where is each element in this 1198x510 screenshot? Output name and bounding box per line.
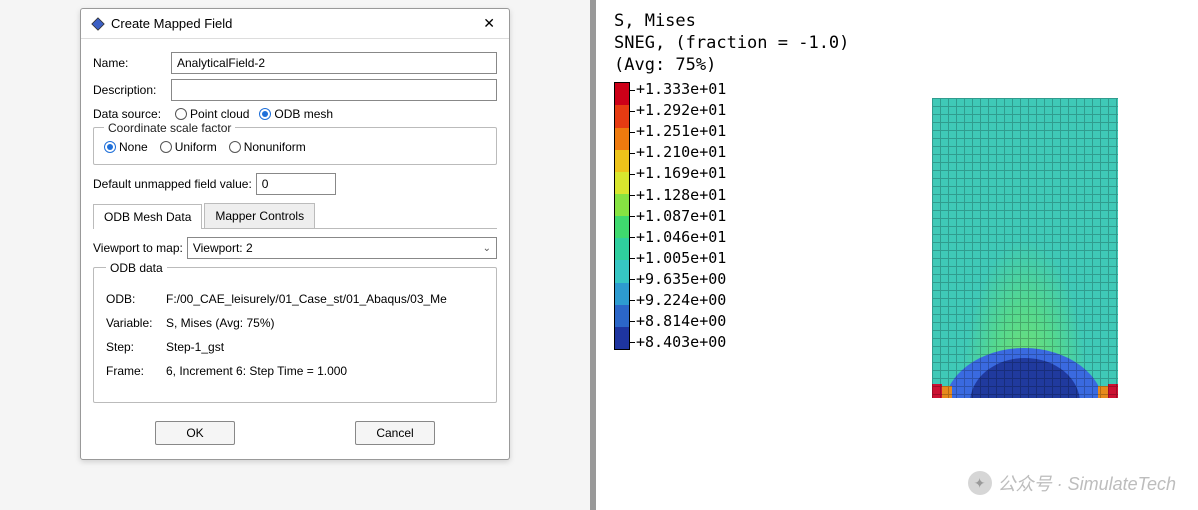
- result-header: S, Mises SNEG, (fraction = -1.0) (Avg: 7…: [614, 10, 1180, 76]
- legend-tick: +9.635e+00: [636, 272, 726, 287]
- scale-legend: Coordinate scale factor: [104, 121, 235, 135]
- legend-tick: +9.224e+00: [636, 293, 726, 308]
- legend-tick: +1.005e+01: [636, 251, 726, 266]
- contour-plot[interactable]: [932, 98, 1118, 398]
- legend-tick: +1.046e+01: [636, 230, 726, 245]
- default-input[interactable]: [256, 173, 336, 195]
- radio-point-cloud[interactable]: Point cloud: [175, 107, 249, 121]
- colorbar: [614, 82, 630, 350]
- odb-path-value: F:/00_CAE_leisurely/01_Case_st/01_Abaqus…: [166, 292, 484, 306]
- step-label: Step:: [106, 340, 166, 354]
- watermark-text: 公众号 · SimulateTech: [998, 470, 1176, 496]
- viewport-value: Viewport: 2: [193, 241, 253, 255]
- tab-mapper-controls[interactable]: Mapper Controls: [204, 203, 315, 228]
- viewport-label: Viewport to map:: [93, 241, 183, 255]
- radio-scale-none[interactable]: None: [104, 140, 148, 154]
- tab-odb-mesh-data[interactable]: ODB Mesh Data: [93, 204, 202, 229]
- name-label: Name:: [93, 56, 171, 70]
- viewport-pane: S, Mises SNEG, (fraction = -1.0) (Avg: 7…: [596, 0, 1198, 510]
- radio-point-cloud-label: Point cloud: [190, 107, 249, 121]
- ok-button[interactable]: OK: [155, 421, 235, 445]
- description-input[interactable]: [171, 79, 497, 101]
- header-line-2: (Avg: 75%): [614, 54, 1180, 76]
- header-line-0: S, Mises: [614, 10, 1180, 32]
- chevron-down-icon: ⌄: [483, 243, 491, 254]
- abaqus-icon: [91, 17, 105, 31]
- name-input[interactable]: [171, 52, 497, 74]
- legend-tick: +1.169e+01: [636, 166, 726, 181]
- legend-tick: +8.403e+00: [636, 335, 726, 350]
- step-value: Step-1_gst: [166, 340, 484, 354]
- variable-value: S, Mises (Avg: 75%): [166, 316, 484, 330]
- description-label: Description:: [93, 83, 171, 97]
- header-line-1: SNEG, (fraction = -1.0): [614, 32, 1180, 54]
- create-mapped-field-dialog: Create Mapped Field ✕ Name: Description:…: [80, 8, 510, 460]
- radio-odb-mesh-label: ODB mesh: [274, 107, 333, 121]
- radio-none-label: None: [119, 140, 148, 154]
- odb-path-label: ODB:: [106, 292, 166, 306]
- variable-label: Variable:: [106, 316, 166, 330]
- data-source-label: Data source:: [93, 107, 161, 121]
- legend-tick: +1.251e+01: [636, 124, 726, 139]
- radio-odb-mesh[interactable]: ODB mesh: [259, 107, 333, 121]
- frame-value: 6, Increment 6: Step Time = 1.000: [166, 364, 484, 378]
- radio-uniform-label: Uniform: [175, 140, 217, 154]
- close-icon[interactable]: ✕: [479, 15, 499, 32]
- legend-tick: +8.814e+00: [636, 314, 726, 329]
- radio-nonuniform-label: Nonuniform: [244, 140, 306, 154]
- legend-tick: +1.210e+01: [636, 145, 726, 160]
- left-pane: Create Mapped Field ✕ Name: Description:…: [0, 0, 590, 510]
- radio-scale-nonuniform[interactable]: Nonuniform: [229, 140, 306, 154]
- frame-label: Frame:: [106, 364, 166, 378]
- wechat-icon: ✦: [968, 471, 992, 495]
- dialog-title: Create Mapped Field: [111, 16, 232, 31]
- radio-scale-uniform[interactable]: Uniform: [160, 140, 217, 154]
- legend-tick: +1.333e+01: [636, 82, 726, 97]
- viewport-select[interactable]: Viewport: 2 ⌄: [187, 237, 497, 259]
- title-bar: Create Mapped Field ✕: [81, 9, 509, 39]
- default-label: Default unmapped field value:: [93, 177, 252, 191]
- legend-tick: +1.292e+01: [636, 103, 726, 118]
- legend-tick: +1.128e+01: [636, 188, 726, 203]
- odb-data-legend: ODB data: [106, 261, 167, 275]
- cancel-button[interactable]: Cancel: [355, 421, 435, 445]
- legend-tick: +1.087e+01: [636, 209, 726, 224]
- legend-ticks: +1.333e+01 +1.292e+01 +1.251e+01 +1.210e+01…: [636, 82, 726, 350]
- watermark: ✦ 公众号 · SimulateTech: [968, 470, 1176, 496]
